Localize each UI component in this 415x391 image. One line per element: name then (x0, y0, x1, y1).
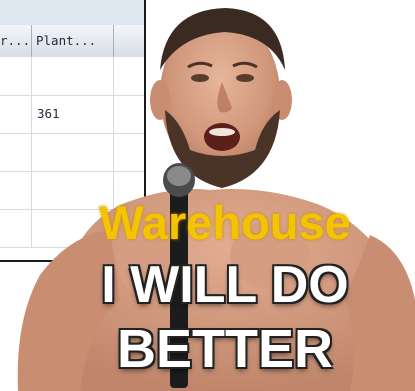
caption-main-line2: BETTER (117, 319, 333, 379)
caption-main-line1: I WILL DO (101, 256, 349, 314)
caption-warehouse: Warehouse (99, 196, 351, 249)
open-mouth (204, 123, 240, 151)
